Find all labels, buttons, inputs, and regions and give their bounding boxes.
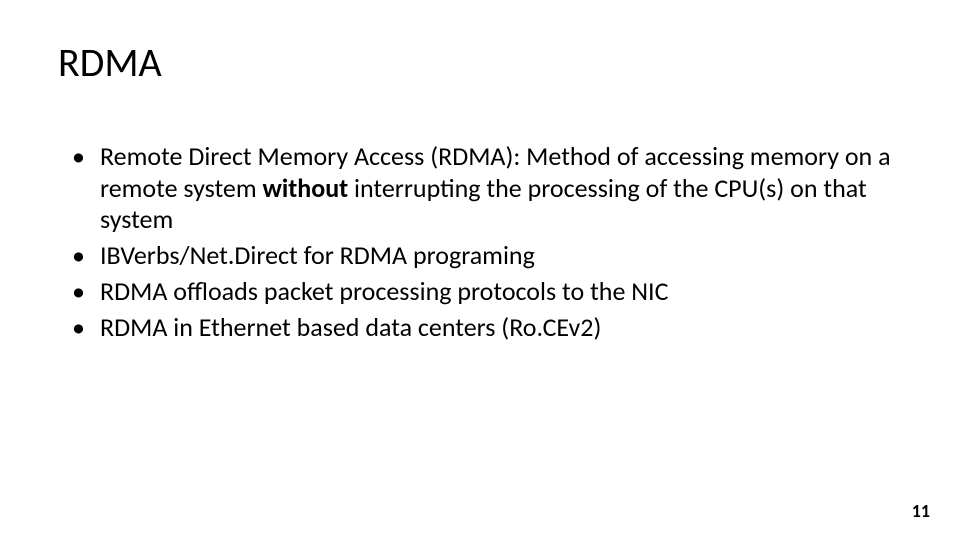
bullet-text-pre: RDMA offloads packet processing protocol… bbox=[100, 275, 668, 307]
bullet-text-bold: without bbox=[263, 172, 349, 204]
page-number: 11 bbox=[912, 500, 930, 522]
slide-container: RDMA Remote Direct Memory Access (RDMA):… bbox=[0, 0, 960, 540]
list-item: RDMA in Ethernet based data centers (Ro.… bbox=[58, 312, 902, 344]
slide-title: RDMA bbox=[58, 38, 902, 87]
list-item: Remote Direct Memory Access (RDMA): Meth… bbox=[58, 141, 902, 236]
bullet-text-pre: IBVerbs/Net.Direct for RDMA programing bbox=[100, 239, 535, 271]
bullet-list: Remote Direct Memory Access (RDMA): Meth… bbox=[58, 141, 902, 343]
list-item: RDMA offloads packet processing protocol… bbox=[58, 276, 902, 308]
bullet-text-pre: RDMA in Ethernet based data centers (Ro.… bbox=[100, 311, 601, 343]
list-item: IBVerbs/Net.Direct for RDMA programing bbox=[58, 240, 902, 272]
